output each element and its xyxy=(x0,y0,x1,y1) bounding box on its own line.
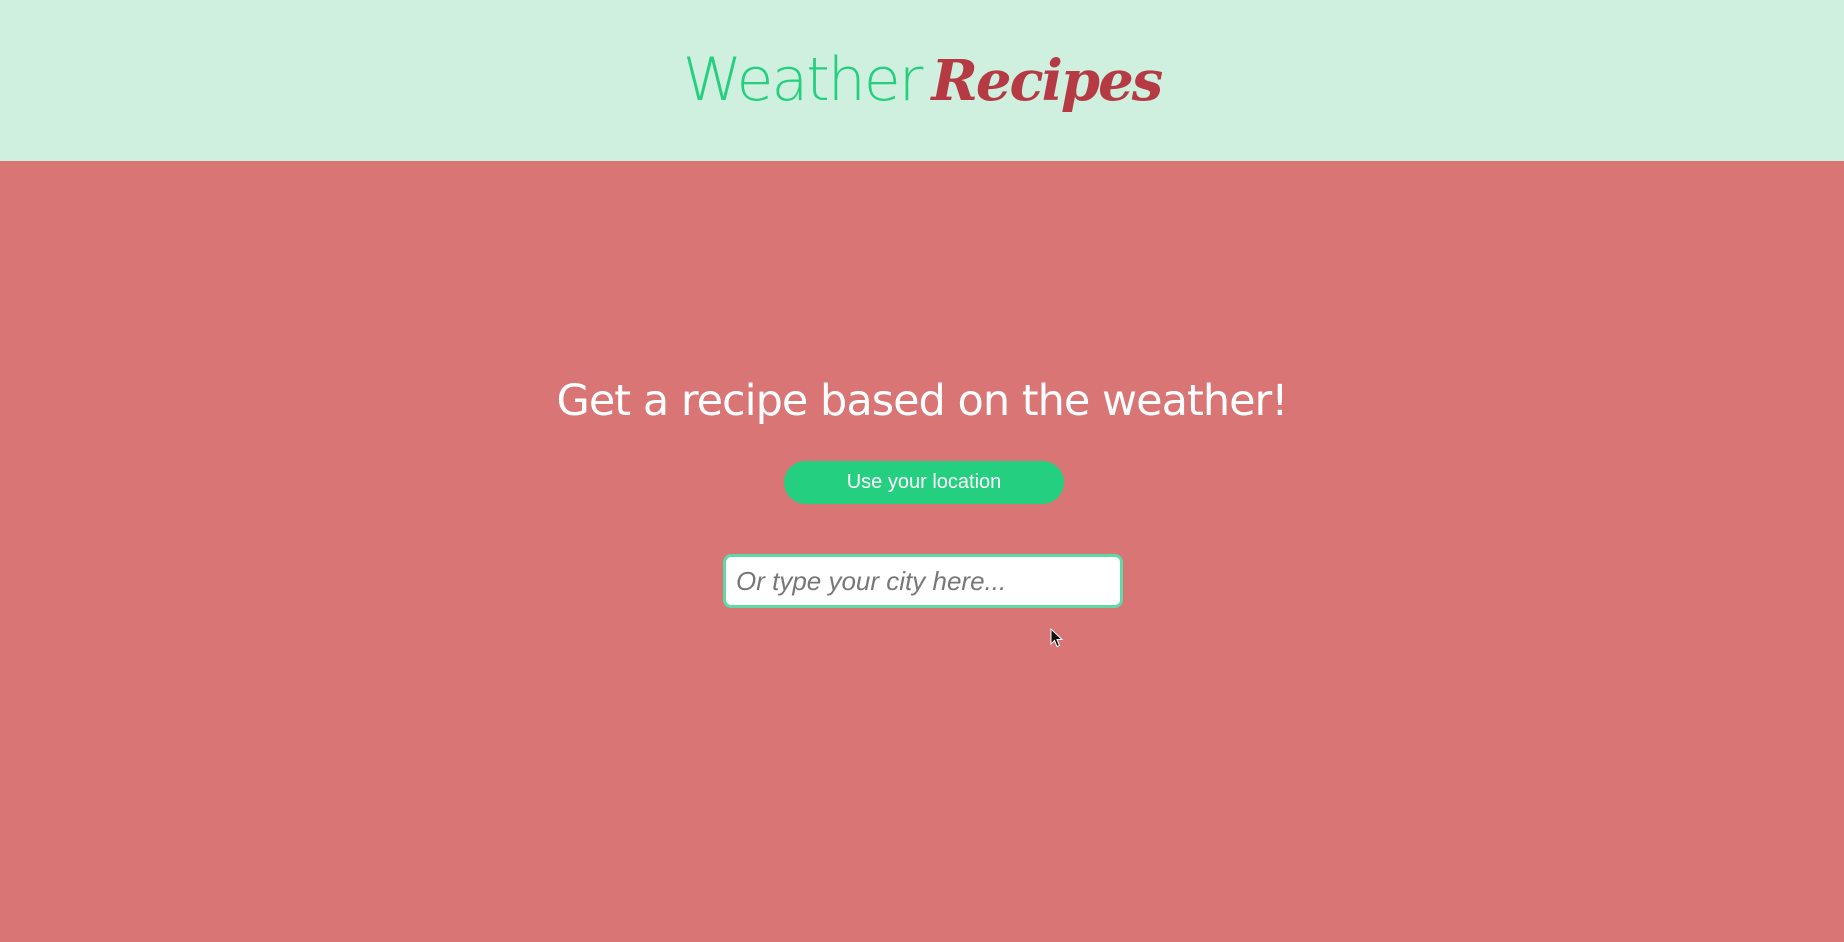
use-location-button[interactable]: Use your location xyxy=(784,461,1064,504)
site-logo: Weather Recipes xyxy=(0,40,1844,136)
logo-recipes-text: Recipes xyxy=(931,48,1163,114)
city-search-input[interactable] xyxy=(723,554,1123,608)
site-header: Weather Recipes xyxy=(0,0,1844,161)
logo-weather-text: Weather xyxy=(682,45,924,115)
main-section: Get a recipe based on the weather! Use y… xyxy=(0,161,1844,942)
page-headline: Get a recipe based on the weather! xyxy=(556,376,1289,426)
